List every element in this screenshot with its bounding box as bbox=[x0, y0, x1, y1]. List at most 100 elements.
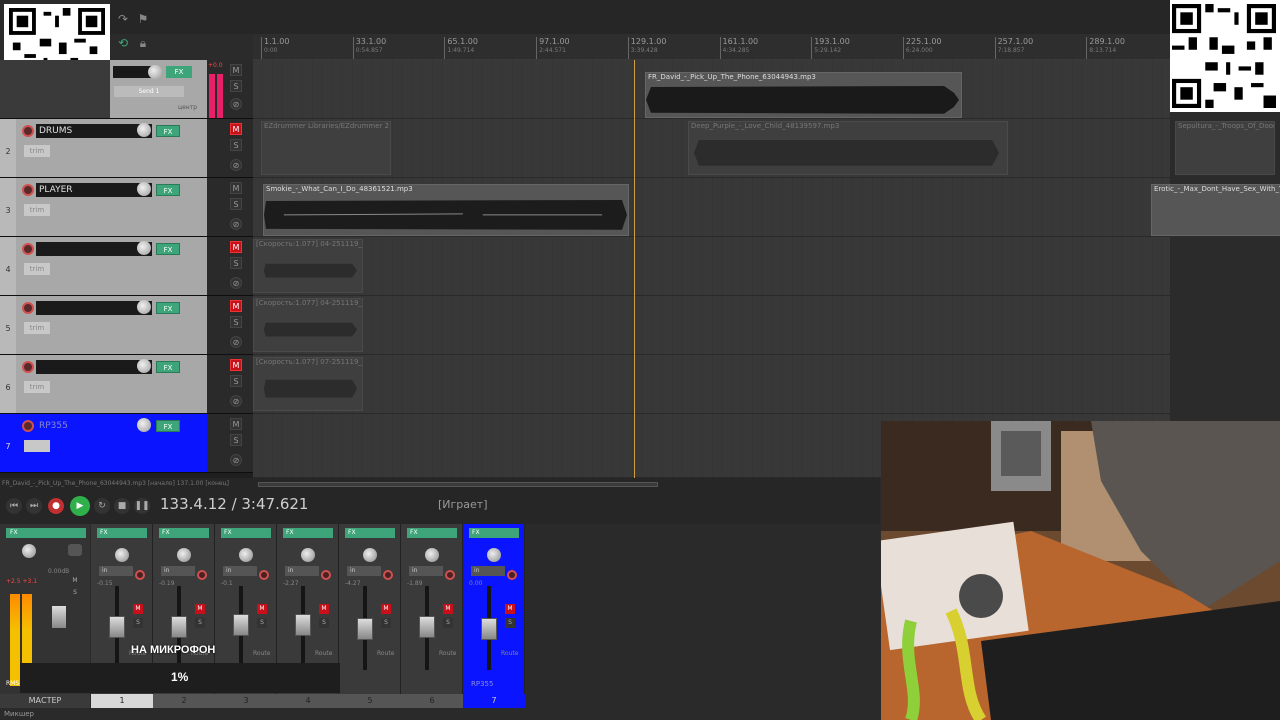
strip-number[interactable]: 1 bbox=[91, 694, 153, 708]
track-lane[interactable]: EZdrummer Libraries/EZdrummer 2 Deep_Pur… bbox=[253, 119, 1275, 178]
mute-button[interactable]: M bbox=[230, 418, 242, 430]
track-number[interactable]: 3 bbox=[0, 178, 16, 236]
route-button[interactable]: Route bbox=[377, 650, 394, 657]
solo-button[interactable]: S bbox=[257, 618, 267, 628]
track-lane[interactable]: Smokie_-_What_Can_I_Do_48361521.mp3 Erot… bbox=[253, 178, 1280, 237]
solo-button[interactable]: S bbox=[195, 618, 205, 628]
pan-knob[interactable] bbox=[363, 548, 377, 562]
pan-knob[interactable] bbox=[239, 548, 253, 562]
mixer-strip[interactable]: FX in -1.89 M S Route bbox=[401, 524, 463, 700]
mute-button[interactable]: M bbox=[319, 604, 329, 614]
master-track[interactable]: FX Send 1 центр +0.0 M S ⊘ bbox=[0, 60, 253, 119]
strip-number[interactable]: 2 bbox=[153, 694, 215, 708]
pan-knob[interactable] bbox=[301, 548, 315, 562]
volume-knob[interactable] bbox=[137, 182, 151, 196]
fx-slot[interactable]: FX bbox=[469, 528, 519, 538]
track-name-field[interactable] bbox=[36, 360, 152, 374]
fx-slot[interactable]: FX bbox=[283, 528, 333, 538]
master-solo-button[interactable]: S bbox=[70, 588, 80, 598]
volume-knob[interactable] bbox=[137, 359, 151, 373]
pan-knob[interactable] bbox=[487, 548, 501, 562]
media-item[interactable]: [Скорость:1.077] 04-251119_ bbox=[253, 298, 363, 352]
solo-button[interactable]: S bbox=[381, 618, 391, 628]
fx-button[interactable]: FX bbox=[156, 184, 180, 196]
track-panel[interactable]: PLAYER FX trim bbox=[16, 178, 207, 236]
media-item[interactable]: Erotic_-_Max_Dont_Have_Sex_With_Y bbox=[1151, 184, 1280, 236]
mixer-strip[interactable]: FX in -4.27 M S Route bbox=[339, 524, 401, 700]
master-pan-knob[interactable] bbox=[22, 544, 36, 558]
go-to-start-button[interactable]: ⏮ bbox=[6, 498, 22, 514]
phase-button[interactable]: ⊘ bbox=[230, 454, 242, 466]
solo-button[interactable]: S bbox=[230, 80, 242, 92]
fx-slot[interactable]: FX bbox=[159, 528, 209, 538]
phase-button[interactable]: ⊘ bbox=[230, 159, 242, 171]
mute-button[interactable]: M bbox=[257, 604, 267, 614]
record-button[interactable]: ● bbox=[48, 498, 64, 514]
route-button[interactable]: Route bbox=[253, 650, 270, 657]
phase-button[interactable]: ⊘ bbox=[230, 277, 242, 289]
record-arm-button[interactable] bbox=[507, 570, 517, 580]
solo-button[interactable]: S bbox=[230, 434, 242, 446]
volume-knob[interactable] bbox=[137, 300, 151, 314]
record-arm-button[interactable] bbox=[22, 302, 34, 314]
master-fx-button[interactable]: FX bbox=[166, 66, 192, 78]
record-arm-button[interactable] bbox=[259, 570, 269, 580]
fx-slot[interactable]: FX bbox=[407, 528, 457, 538]
master-fader[interactable] bbox=[52, 606, 66, 628]
strip-number[interactable]: 7 bbox=[463, 694, 525, 708]
solo-button[interactable]: S bbox=[133, 618, 143, 628]
fx-button[interactable]: FX bbox=[156, 125, 180, 137]
pause-button[interactable]: ❚❚ bbox=[134, 498, 150, 514]
play-button[interactable]: ▶ bbox=[70, 496, 90, 516]
metronome-icon[interactable]: ⚑ bbox=[136, 12, 150, 26]
route-button[interactable]: Route bbox=[315, 650, 332, 657]
track-panel[interactable]: DRUMS FX trim bbox=[16, 119, 207, 177]
play-cursor[interactable] bbox=[634, 60, 635, 478]
trim-button[interactable]: trim bbox=[24, 263, 50, 275]
input-button[interactable]: in bbox=[161, 566, 195, 576]
record-arm-button[interactable] bbox=[197, 570, 207, 580]
phase-button[interactable]: ⊘ bbox=[230, 98, 242, 110]
track-number[interactable]: 2 bbox=[0, 119, 16, 177]
track-panel[interactable]: FX trim bbox=[16, 355, 207, 413]
phase-button[interactable]: ⊘ bbox=[230, 395, 242, 407]
fx-slot[interactable]: FX bbox=[97, 528, 147, 538]
pan-knob[interactable] bbox=[425, 548, 439, 562]
solo-button[interactable]: S bbox=[319, 618, 329, 628]
record-arm-button[interactable] bbox=[22, 361, 34, 373]
repeat-button[interactable]: ↻ bbox=[94, 498, 110, 514]
input-button[interactable]: in bbox=[223, 566, 257, 576]
track-row[interactable]: 2 DRUMS FX trim M S ⊘ bbox=[0, 119, 253, 178]
solo-button[interactable]: S bbox=[443, 618, 453, 628]
trim-button[interactable] bbox=[24, 440, 50, 452]
track-lane[interactable]: [Скорость:1.077] 07-251119_ bbox=[253, 355, 1170, 414]
mute-button[interactable]: M bbox=[195, 604, 205, 614]
media-item[interactable]: EZdrummer Libraries/EZdrummer 2 bbox=[261, 121, 391, 175]
volume-fader[interactable] bbox=[295, 614, 311, 636]
track-row[interactable]: 3 PLAYER FX trim M S ⊘ bbox=[0, 178, 253, 237]
track-row[interactable]: 6 FX trim M S ⊘ bbox=[0, 355, 253, 414]
track-number[interactable]: 4 bbox=[0, 237, 16, 295]
record-arm-button[interactable] bbox=[445, 570, 455, 580]
media-item[interactable]: FR_David_-_Pick_Up_The_Phone_63044943.mp… bbox=[645, 72, 962, 118]
strip-number[interactable]: 6 bbox=[401, 694, 463, 708]
pan-knob[interactable] bbox=[115, 548, 129, 562]
trim-button[interactable]: trim bbox=[24, 204, 50, 216]
record-arm-button[interactable] bbox=[321, 570, 331, 580]
record-arm-button[interactable] bbox=[22, 125, 34, 137]
media-item[interactable]: Deep_Purple_-_Love_Child_48139597.mp3 bbox=[688, 121, 1008, 175]
mute-button[interactable]: M bbox=[133, 604, 143, 614]
mute-button[interactable]: M bbox=[381, 604, 391, 614]
fx-button[interactable]: FX bbox=[156, 243, 180, 255]
route-button[interactable]: Route bbox=[501, 650, 518, 657]
solo-button[interactable]: S bbox=[230, 257, 242, 269]
strip-number[interactable]: 3 bbox=[215, 694, 277, 708]
track-row[interactable]: 5 FX trim M S ⊘ bbox=[0, 296, 253, 355]
input-button[interactable]: in bbox=[409, 566, 443, 576]
solo-button[interactable]: S bbox=[230, 139, 242, 151]
media-item[interactable]: [Скорость:1.077] 07-251119_ bbox=[253, 357, 363, 411]
solo-button[interactable]: S bbox=[230, 375, 242, 387]
track-panel[interactable]: FX trim bbox=[16, 237, 207, 295]
redo-icon[interactable]: ↷ bbox=[116, 12, 130, 26]
master-io-icon[interactable] bbox=[68, 544, 82, 556]
